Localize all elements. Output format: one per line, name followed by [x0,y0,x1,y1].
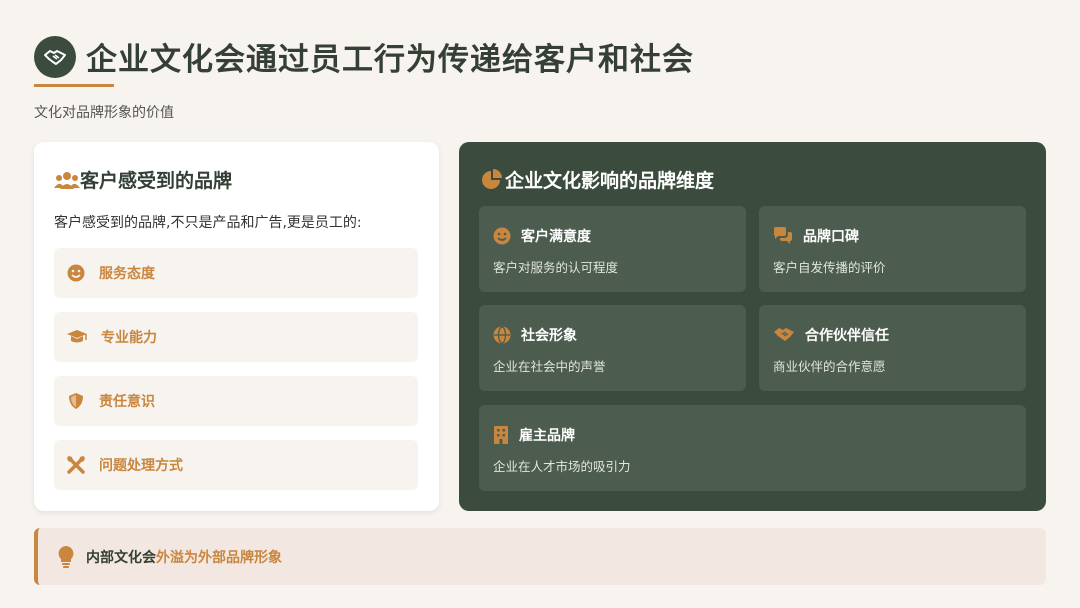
brand-dimensions-title: 企业文化影响的品牌维度 [505,170,715,192]
dimension-name: 品牌口碑 [803,229,859,245]
building-icon [493,426,509,444]
pie-chart-icon [481,168,503,191]
tools-icon [67,456,85,474]
page-subtitle: 文化对品牌形象的价值 [34,105,174,121]
title-underline [34,84,114,87]
callout-text-highlight: 外溢为外部品牌形象 [156,549,282,566]
customer-brand-title: 客户感受到的品牌 [80,170,233,192]
customer-brand-title-row: 客户感受到的品牌 [54,166,232,193]
header: 企业文化会通过员工行为传递给客户和社会 [34,34,694,79]
list-item-service-attitude: 服务态度 [54,248,418,298]
dimension-name: 合作伙伴信任 [805,328,889,344]
globe-icon [493,326,511,344]
handshake-icon [773,326,795,344]
dimension-desc: 商业伙伴的合作意愿 [773,359,886,374]
users-icon [54,171,80,189]
handshake-icon [34,35,76,78]
dimension-desc: 企业在社会中的声誉 [493,359,606,374]
lightbulb-icon [58,545,74,568]
graduation-cap-icon [67,329,87,345]
dimension-employer-brand: 雇主品牌 企业在人才市场的吸引力 [479,405,1026,491]
dimension-customer-satisfaction: 客户满意度 客户对服务的认可程度 [479,206,746,292]
customer-brand-card: 客户感受到的品牌 客户感受到的品牌,不只是产品和广告,更是员工的: 服务态度 专… [34,142,439,511]
page-title: 企业文化会通过员工行为传递给客户和社会 [86,42,694,78]
list-item-professional-ability: 专业能力 [54,312,418,362]
dimension-name: 雇主品牌 [519,428,575,444]
key-insight-callout: 内部文化会外溢为外部品牌形象 [34,528,1046,585]
list-item-label: 问题处理方式 [99,458,183,474]
smile-icon [67,264,85,282]
list-item-label: 专业能力 [101,330,157,346]
callout-text: 内部文化会外溢为外部品牌形象 [86,547,282,567]
dimension-partner-trust: 合作伙伴信任 商业伙伴的合作意愿 [759,305,1026,391]
smile-icon [493,227,511,245]
dimension-name: 客户满意度 [521,229,591,245]
dimension-desc: 客户自发传播的评价 [773,260,886,275]
list-item-label: 责任意识 [99,394,155,410]
list-item-problem-handling: 问题处理方式 [54,440,418,490]
list-item-responsibility: 责任意识 [54,376,418,426]
dimension-social-image: 社会形象 企业在社会中的声誉 [479,305,746,391]
shield-icon [67,392,85,410]
list-item-label: 服务态度 [99,266,155,282]
dimension-desc: 客户对服务的认可程度 [493,260,619,275]
dimension-desc: 企业在人才市场的吸引力 [493,459,631,474]
customer-brand-intro: 客户感受到的品牌,不只是产品和广告,更是员工的: [54,215,362,231]
comments-icon [773,227,793,245]
dimension-word-of-mouth: 品牌口碑 客户自发传播的评价 [759,206,1026,292]
brand-dimensions-card: 企业文化影响的品牌维度 客户满意度 客户对服务的认可程度 品牌口碑 客户自发传播… [459,142,1046,511]
dimension-name: 社会形象 [521,328,577,344]
brand-dimensions-title-row: 企业文化影响的品牌维度 [481,166,714,193]
callout-text-plain: 内部文化会 [86,549,156,566]
